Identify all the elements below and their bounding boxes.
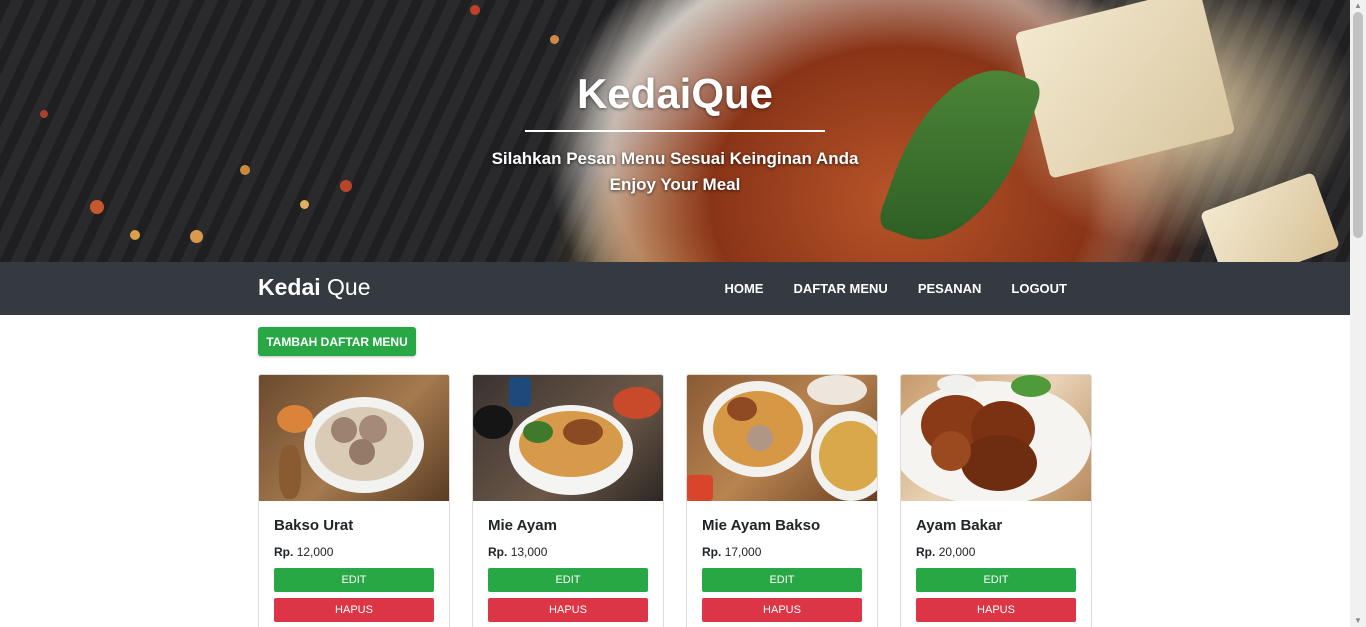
menu-item-price: Rp. 17,000	[702, 545, 761, 559]
scrollbar-thumb[interactable]	[1353, 12, 1363, 238]
price-value: 12,000	[296, 545, 334, 559]
menu-item-image	[687, 375, 877, 501]
menu-card: Mie Ayam Rp. 13,000 EDIT HAPUS	[472, 374, 664, 627]
menu-item-price: Rp. 13,000	[488, 545, 547, 559]
edit-button[interactable]: EDIT	[274, 568, 434, 592]
delete-button[interactable]: HAPUS	[916, 598, 1076, 622]
nav-link-home[interactable]: HOME	[724, 281, 763, 296]
navbar: Kedai Que HOME DAFTAR MENU PESANAN LOGOU…	[0, 262, 1350, 315]
hero-subtitle: Silahkan Pesan Menu Sesuai Keinginan And…	[491, 149, 859, 168]
add-menu-button[interactable]: TAMBAH DAFTAR MENU	[258, 327, 416, 356]
edit-button[interactable]: EDIT	[488, 568, 648, 592]
price-label: Rp.	[702, 545, 722, 559]
menu-item-image	[259, 375, 449, 501]
price-value: 20,000	[938, 545, 976, 559]
page-scrollbar[interactable]: ▲ ▼	[1350, 0, 1366, 627]
hero-divider	[525, 130, 825, 132]
nav-link-logout[interactable]: LOGOUT	[1011, 281, 1067, 296]
price-value: 13,000	[510, 545, 548, 559]
menu-card: Ayam Bakar Rp. 20,000 EDIT HAPUS	[900, 374, 1092, 627]
scroll-down-arrow-icon[interactable]: ▼	[1350, 615, 1366, 627]
menu-card: Bakso Urat Rp. 12,000 EDIT HAPUS	[258, 374, 450, 627]
hero-text: KedaiQue Silahkan Pesan Menu Sesuai Kein…	[0, 0, 1350, 262]
navbar-brand[interactable]: Kedai Que	[258, 274, 371, 301]
menu-item-name: Bakso Urat	[274, 517, 354, 534]
delete-button[interactable]: HAPUS	[274, 598, 434, 622]
menu-item-price: Rp. 12,000	[274, 545, 333, 559]
hero-title: KedaiQue	[576, 70, 774, 117]
menu-item-name: Ayam Bakar	[916, 517, 1003, 534]
hero-banner: KedaiQue Silahkan Pesan Menu Sesuai Kein…	[0, 0, 1350, 262]
nav-link-pesanan[interactable]: PESANAN	[918, 281, 982, 296]
price-value: 17,000	[724, 545, 762, 559]
menu-item-image	[901, 375, 1091, 501]
nav-link-daftar-menu[interactable]: DAFTAR MENU	[793, 281, 887, 296]
menu-item-name: Mie Ayam	[488, 517, 557, 534]
nav-links: HOME DAFTAR MENU PESANAN LOGOUT	[694, 262, 1067, 315]
price-label: Rp.	[274, 545, 294, 559]
scroll-up-arrow-icon[interactable]: ▲	[1350, 0, 1366, 12]
edit-button[interactable]: EDIT	[916, 568, 1076, 592]
brand-light-text: Que	[320, 274, 371, 300]
delete-button[interactable]: HAPUS	[702, 598, 862, 622]
edit-button[interactable]: EDIT	[702, 568, 862, 592]
menu-item-image	[473, 375, 663, 501]
delete-button[interactable]: HAPUS	[488, 598, 648, 622]
menu-item-price: Rp. 20,000	[916, 545, 975, 559]
menu-card-grid: Bakso Urat Rp. 12,000 EDIT HAPUS Mie Aya…	[258, 374, 1118, 627]
hero-tagline: Enjoy Your Meal	[609, 175, 741, 194]
menu-card: Mie Ayam Bakso Rp. 17,000 EDIT HAPUS	[686, 374, 878, 627]
price-label: Rp.	[488, 545, 508, 559]
price-label: Rp.	[916, 545, 936, 559]
brand-bold-text: Kedai	[258, 274, 321, 300]
menu-item-name: Mie Ayam Bakso	[702, 517, 821, 534]
